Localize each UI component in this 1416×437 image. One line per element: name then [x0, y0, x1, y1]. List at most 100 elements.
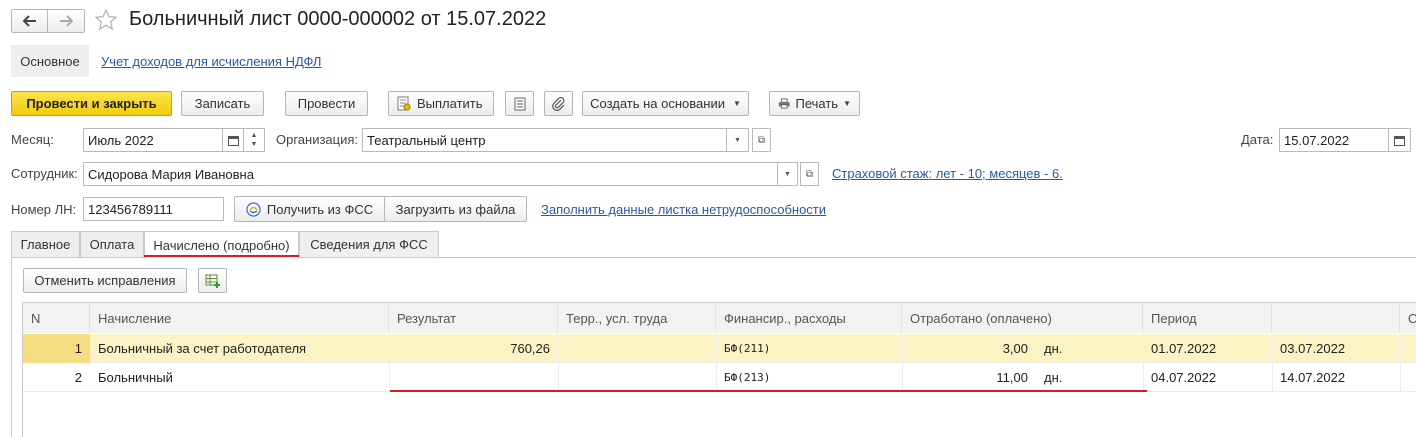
- paperclip-icon: [551, 96, 564, 111]
- worked-cell: 3,00: [1002, 341, 1028, 356]
- period-to-cell: 14.07.2022: [1280, 370, 1346, 385]
- save-button[interactable]: Записать: [181, 91, 264, 116]
- table-header: N Начисление Результат Терр., усл. труда…: [23, 303, 1416, 333]
- section-tab-main[interactable]: Основное: [11, 45, 89, 77]
- forward-button[interactable]: [48, 9, 85, 33]
- stepper-down-icon: ▼: [250, 141, 258, 148]
- employee-open-button[interactable]: ⧉: [800, 162, 819, 186]
- table-row[interactable]: 1 Больничный за счет работодателя 760,26…: [23, 334, 1416, 363]
- section-tab-main-label: Основное: [20, 53, 80, 69]
- back-button[interactable]: [11, 9, 48, 33]
- column-header-period-end[interactable]: [1272, 303, 1400, 333]
- period-from-cell: 04.07.2022: [1151, 370, 1217, 385]
- column-header-territory[interactable]: Терр., усл. труда: [558, 303, 716, 333]
- result-cell: 760,26: [510, 341, 550, 356]
- get-from-fss-label: Получить из ФСС: [266, 201, 374, 217]
- fill-sick-leave-data-link[interactable]: Заполнить данные листка нетрудоспособнос…: [541, 202, 826, 217]
- document-pay-icon: [397, 96, 411, 111]
- arrow-left-icon: [22, 15, 36, 27]
- column-divider: [716, 334, 717, 392]
- table-add-icon: [205, 274, 220, 288]
- worked-cell: 11,00: [996, 370, 1028, 385]
- printer-icon: [778, 98, 790, 109]
- row-number-cell: 2: [74, 370, 82, 385]
- period-from-cell: 01.07.2022: [1151, 341, 1217, 356]
- organization-open-button[interactable]: ⧉: [752, 128, 771, 152]
- chevron-down-icon: ▼: [843, 99, 851, 108]
- page-title: Больничный лист 0000-000002 от 15.07.202…: [129, 8, 547, 30]
- date-field[interactable]: 15.07.2022: [1279, 128, 1389, 152]
- open-form-icon: ⧉: [757, 134, 766, 146]
- print-button[interactable]: Печать ▼: [769, 91, 860, 116]
- organization-dropdown-button[interactable]: ▼: [727, 128, 749, 152]
- column-divider: [558, 334, 559, 392]
- report-button[interactable]: [505, 91, 534, 116]
- financing-cell: БФ(213): [724, 371, 771, 384]
- organization-field[interactable]: Театральный центр: [362, 128, 727, 152]
- month-stepper[interactable]: ▲ ▼: [244, 128, 265, 152]
- arrow-right-icon: [60, 15, 73, 27]
- calendar-button[interactable]: [223, 128, 244, 152]
- pay-button[interactable]: Выплатить: [388, 91, 494, 116]
- column-header-other[interactable]: О: [1400, 303, 1416, 333]
- insurance-experience-link[interactable]: Страховой стаж: лет - 10; месяцев - 6.: [832, 166, 1063, 181]
- load-from-file-button[interactable]: Загрузить из файла: [384, 196, 527, 222]
- worked-unit-cell: дн.: [1044, 370, 1063, 385]
- month-field[interactable]: Июль 2022: [83, 128, 223, 152]
- column-header-accrual[interactable]: Начисление: [90, 303, 389, 333]
- column-header-result[interactable]: Результат: [389, 303, 558, 333]
- post-button[interactable]: Провести: [285, 91, 368, 116]
- print-button-label: Печать: [795, 96, 839, 111]
- period-to-cell: 03.07.2022: [1280, 341, 1346, 356]
- sick-leave-number-label: Номер ЛН:: [11, 202, 77, 217]
- column-header-period[interactable]: Период: [1143, 303, 1272, 333]
- sick-leave-number-field[interactable]: 123456789111: [83, 197, 224, 221]
- create-based-on-button[interactable]: Создать на основании ▼: [582, 91, 749, 116]
- column-divider: [389, 334, 390, 392]
- date-calendar-button[interactable]: [1389, 128, 1411, 152]
- open-form-icon: ⧉: [805, 168, 814, 180]
- cancel-corrections-button[interactable]: Отменить исправления: [23, 268, 187, 293]
- chevron-down-icon: ▼: [734, 136, 741, 144]
- employee-field[interactable]: Сидорова Мария Ивановна: [83, 162, 778, 186]
- month-label: Месяц:: [11, 132, 54, 147]
- result-cell: [389, 363, 558, 392]
- organization-label: Организация:: [276, 132, 359, 147]
- table-row[interactable]: 2 Больничный БФ(213) 11,00 дн. 04.07.202…: [23, 363, 1416, 392]
- tab-main[interactable]: Главное: [11, 231, 80, 258]
- column-divider: [1400, 334, 1401, 392]
- stepper-up-icon: ▲: [250, 132, 258, 139]
- column-header-n[interactable]: N: [23, 303, 90, 333]
- worked-unit-cell: дн.: [1044, 341, 1063, 356]
- column-header-financing[interactable]: Финансир., расходы: [716, 303, 902, 333]
- get-from-fss-button[interactable]: Получить из ФСС: [234, 196, 385, 222]
- favorite-star-icon[interactable]: [94, 8, 120, 34]
- pay-button-label: Выплатить: [417, 96, 483, 111]
- annotation-underline: [390, 390, 1147, 392]
- create-based-on-label: Создать на основании: [590, 96, 725, 111]
- column-divider: [1272, 334, 1273, 392]
- column-divider: [1143, 334, 1144, 392]
- chevron-down-icon: ▼: [732, 99, 741, 108]
- employee-dropdown-button[interactable]: ▼: [778, 162, 798, 186]
- accruals-table: N Начисление Результат Терр., усл. труда…: [22, 302, 1416, 437]
- territory-cell: [558, 334, 716, 363]
- report-list-icon: [514, 97, 525, 110]
- column-divider: [902, 334, 903, 392]
- row-number-cell: 1: [23, 334, 90, 363]
- tab-payment[interactable]: Оплата: [80, 231, 144, 258]
- chevron-down-icon: ▼: [784, 170, 791, 178]
- tab-fss-info[interactable]: Сведения для ФСС: [299, 231, 439, 258]
- calendar-icon: [227, 135, 239, 146]
- column-header-worked[interactable]: Отработано (оплачено): [902, 303, 1143, 333]
- territory-cell: [558, 363, 716, 392]
- accrual-cell: Больничный: [98, 370, 173, 385]
- financing-cell: БФ(211): [724, 342, 771, 355]
- post-and-close-button[interactable]: Провести и закрыть: [11, 91, 172, 116]
- add-row-button[interactable]: [198, 268, 227, 293]
- calendar-icon: [1394, 135, 1405, 146]
- attach-files-button[interactable]: [544, 91, 573, 116]
- accrual-cell: Больничный за счет работодателя: [98, 341, 307, 356]
- fss-logo-icon: [246, 201, 261, 217]
- ndfl-accounting-link[interactable]: Учет доходов для исчисления НДФЛ: [101, 54, 321, 69]
